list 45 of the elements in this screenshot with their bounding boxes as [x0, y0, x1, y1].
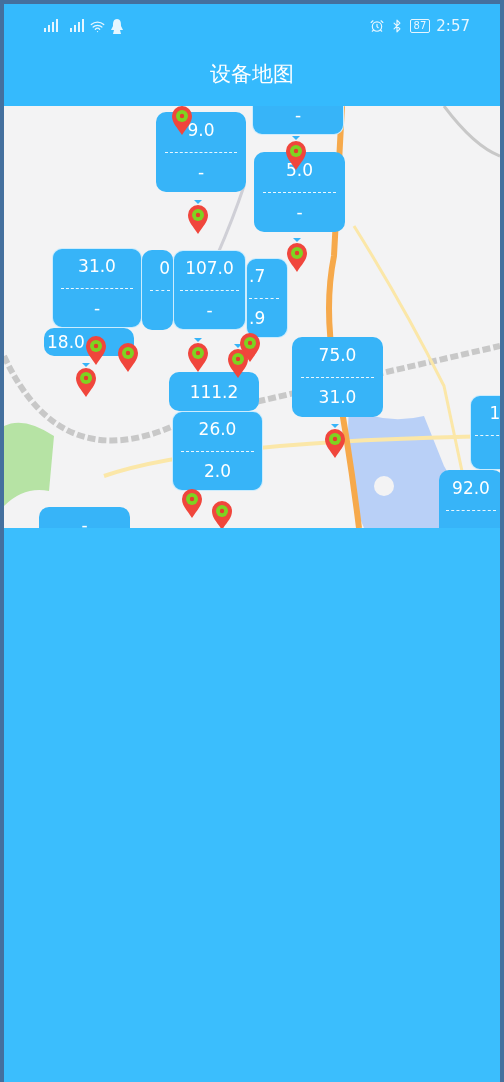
callout-value: 18.0: [47, 332, 85, 352]
wifi-icon: [90, 18, 105, 34]
page-title: 设备地图: [209, 61, 295, 88]
callout-value: -: [294, 106, 302, 125]
map-callout[interactable]: 0: [142, 250, 173, 330]
map-marker-icon[interactable]: [187, 200, 209, 234]
callout-value: -: [296, 202, 303, 222]
map-marker-icon[interactable]: [324, 424, 346, 458]
penguin-icon: [111, 18, 123, 34]
alarm-icon: [369, 19, 384, 33]
status-time: 2:57: [436, 17, 470, 35]
map-callout[interactable]: 111.2: [169, 372, 259, 411]
map-callout[interactable]: 31.0 -: [52, 248, 142, 328]
map-callout[interactable]: 5.0 -: [254, 152, 345, 232]
callout-value: 5.0: [285, 160, 313, 180]
map-callout[interactable]: .7 .9: [246, 258, 288, 338]
callout-value: 111.2: [189, 381, 239, 402]
callout-value: 1: [489, 403, 500, 423]
map-callout[interactable]: 26.0 2.0: [172, 411, 263, 491]
callout-value: -: [197, 162, 205, 182]
map-callout[interactable]: 1: [470, 395, 500, 470]
map-callout[interactable]: 75.0 31.0: [292, 337, 383, 417]
callout-value: -: [206, 300, 213, 320]
callout-value: 31.0: [318, 387, 357, 407]
map-callout[interactable]: -: [39, 507, 130, 528]
map-marker-icon[interactable]: [286, 238, 308, 272]
callout-value: .9: [249, 308, 266, 328]
callout-value: 75.0: [318, 345, 357, 365]
map-callout[interactable]: 9.0 -: [156, 112, 246, 192]
callout-value: 26.0: [198, 419, 237, 439]
callout-value: 2.0: [203, 461, 231, 481]
map-callout[interactable]: -: [252, 106, 344, 135]
callout-value: 31.0: [78, 256, 116, 276]
callout-value: 107.0: [185, 258, 234, 278]
map-callout[interactable]: 92.0: [439, 470, 500, 528]
callout-value: .7: [249, 266, 266, 286]
callout-value: -: [93, 298, 101, 318]
callout-value: 9.0: [187, 120, 215, 140]
map-marker-icon[interactable]: [187, 338, 209, 372]
map-callout[interactable]: 107.0 -: [173, 250, 246, 330]
callout-value: -: [81, 515, 88, 528]
callout-value: 92.0: [452, 478, 490, 498]
battery-icon: 87: [409, 19, 431, 33]
map-marker-icon[interactable]: [75, 363, 97, 397]
callout-value: 0: [159, 258, 170, 278]
